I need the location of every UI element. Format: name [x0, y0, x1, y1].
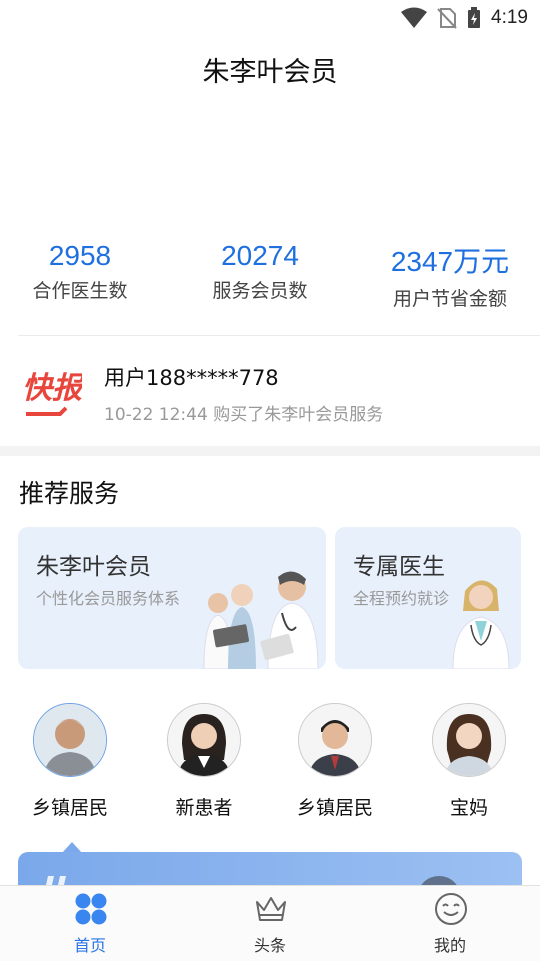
card-title: 朱李叶会员	[36, 554, 151, 580]
businesswoman-avatar-icon	[168, 704, 240, 776]
news-flash-icon: 快报	[22, 371, 86, 416]
stat-members: 20274 服务会员数	[195, 240, 325, 303]
status-time: 4:19	[491, 7, 528, 28]
nav-label: 我的	[433, 936, 466, 955]
nav-home[interactable]: 首页	[30, 886, 150, 961]
role-label: 新患者	[175, 797, 233, 819]
stat-value: 2958	[48, 240, 112, 271]
medical-team-illustration	[203, 571, 319, 669]
news-flash-logo: 快报	[20, 364, 86, 420]
page-title: 朱李叶会员	[202, 57, 338, 88]
young-woman-avatar-icon	[433, 704, 505, 776]
smiley-icon	[435, 893, 467, 925]
stat-value: 2347万元	[390, 246, 510, 277]
role-rural-resident-2[interactable]: 乡镇居民	[290, 703, 380, 820]
home-grid-icon	[75, 893, 107, 925]
status-bar: 4:19	[0, 0, 540, 36]
role-rural-resident-1[interactable]: 乡镇居民	[25, 703, 115, 820]
card-subtitle: 个性化会员服务体系	[36, 589, 181, 608]
nav-label: 首页	[73, 936, 106, 955]
role-label: 宝妈	[449, 797, 488, 819]
battery-charging-icon	[468, 7, 481, 28]
avatar	[298, 703, 372, 777]
news-flash-text: 快报	[22, 371, 82, 406]
avatar	[432, 703, 506, 777]
role-label: 乡镇居民	[296, 797, 373, 819]
news-user[interactable]: 用户188*****778	[104, 362, 279, 392]
stats-row: 2958 合作医生数 20274 服务会员数 2347万元 用户节省金额	[0, 240, 540, 320]
bottom-nav: 首页 头条 我的	[0, 885, 540, 961]
stat-doctors: 2958 合作医生数	[20, 240, 140, 303]
avatar	[33, 703, 107, 777]
service-card-doctor[interactable]: 专属医生 全程预约就诊	[335, 527, 521, 669]
elderly-man-avatar-icon	[34, 704, 106, 776]
service-card-membership[interactable]: 朱李叶会员 个性化会员服务体系	[18, 527, 326, 669]
female-doctor-illustration	[452, 580, 510, 669]
section-title: 推荐服务	[19, 479, 120, 508]
stat-savings: 2347万元 用户节省金额	[380, 240, 520, 311]
avatar	[167, 703, 241, 777]
news-detail: 10-22 12:44 购买了朱李叶会员服务	[104, 405, 384, 425]
stat-value: 20274	[221, 240, 299, 271]
nav-profile[interactable]: 我的	[390, 886, 510, 961]
crown-icon	[256, 897, 286, 921]
nav-label: 头条	[253, 936, 286, 955]
card-subtitle: 全程预约就诊	[353, 589, 450, 608]
wifi-icon	[401, 7, 428, 28]
stat-label: 用户节省金额	[392, 288, 507, 310]
status-icons: 4:19	[401, 6, 528, 30]
stat-label: 合作医生数	[32, 280, 128, 302]
role-mom[interactable]: 宝妈	[424, 703, 514, 820]
role-label: 乡镇居民	[31, 797, 108, 819]
divider	[18, 335, 540, 336]
stat-label: 服务会员数	[212, 280, 308, 302]
no-sim-icon	[437, 8, 457, 29]
section-separator	[0, 446, 540, 456]
role-new-patient[interactable]: 新患者	[159, 703, 249, 820]
card-title: 专属医生	[353, 554, 445, 580]
nav-headlines[interactable]: 头条	[210, 886, 330, 961]
businessman-avatar-icon	[299, 704, 371, 776]
